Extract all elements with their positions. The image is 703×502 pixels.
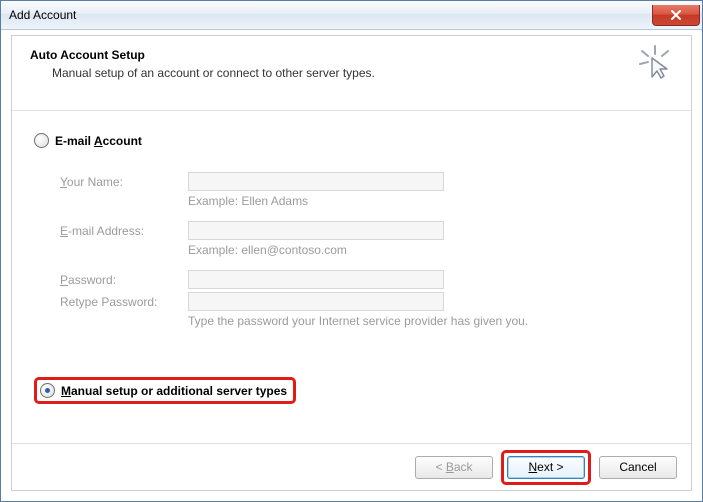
close-button[interactable] (652, 5, 700, 26)
retype-password-label: Retype Password: (60, 295, 180, 309)
email-account-option[interactable]: E-mail Account (34, 133, 669, 148)
email-account-label[interactable]: E-mail Account (55, 134, 142, 148)
body-area: E-mail Account Your Name: Example: Ellen… (12, 111, 691, 338)
header-title: Auto Account Setup (30, 48, 673, 62)
next-button-highlight: Next > (501, 450, 591, 485)
cursor-star-icon (637, 44, 673, 80)
cancel-button[interactable]: Cancel (599, 456, 677, 479)
dialog-content: Auto Account Setup Manual setup of an ac… (11, 35, 692, 491)
titlebar: Add Account (1, 1, 702, 30)
window-title: Add Account (9, 8, 76, 22)
email-input (188, 221, 444, 240)
header-area: Auto Account Setup Manual setup of an ac… (12, 36, 691, 110)
your-name-example: Example: Ellen Adams (188, 194, 448, 218)
manual-setup-highlight: Manual setup or additional server types (34, 377, 296, 404)
footer-buttons: < Back Next > Cancel (12, 443, 691, 490)
password-label: Password: (60, 273, 180, 287)
account-form: Your Name: Example: Ellen Adams E-mail A… (60, 172, 669, 338)
header-subtitle: Manual setup of an account or connect to… (52, 66, 673, 80)
email-label: E-mail Address: (60, 224, 180, 238)
manual-setup-option[interactable]: Manual setup or additional server types (34, 377, 296, 404)
email-example: Example: ellen@contoso.com (188, 243, 448, 267)
email-account-radio[interactable] (34, 133, 49, 148)
manual-setup-label[interactable]: Manual setup or additional server types (61, 384, 287, 398)
add-account-window: Add Account Auto Account Setup Manual se… (0, 0, 703, 502)
password-hint: Type the password your Internet service … (188, 314, 568, 338)
password-input (188, 270, 444, 289)
your-name-input (188, 172, 444, 191)
close-icon (670, 10, 682, 20)
retype-password-input (188, 292, 444, 311)
manual-setup-radio[interactable] (40, 383, 55, 398)
next-button[interactable]: Next > (507, 456, 585, 479)
your-name-label: Your Name: (60, 175, 180, 189)
back-button: < Back (415, 456, 493, 479)
